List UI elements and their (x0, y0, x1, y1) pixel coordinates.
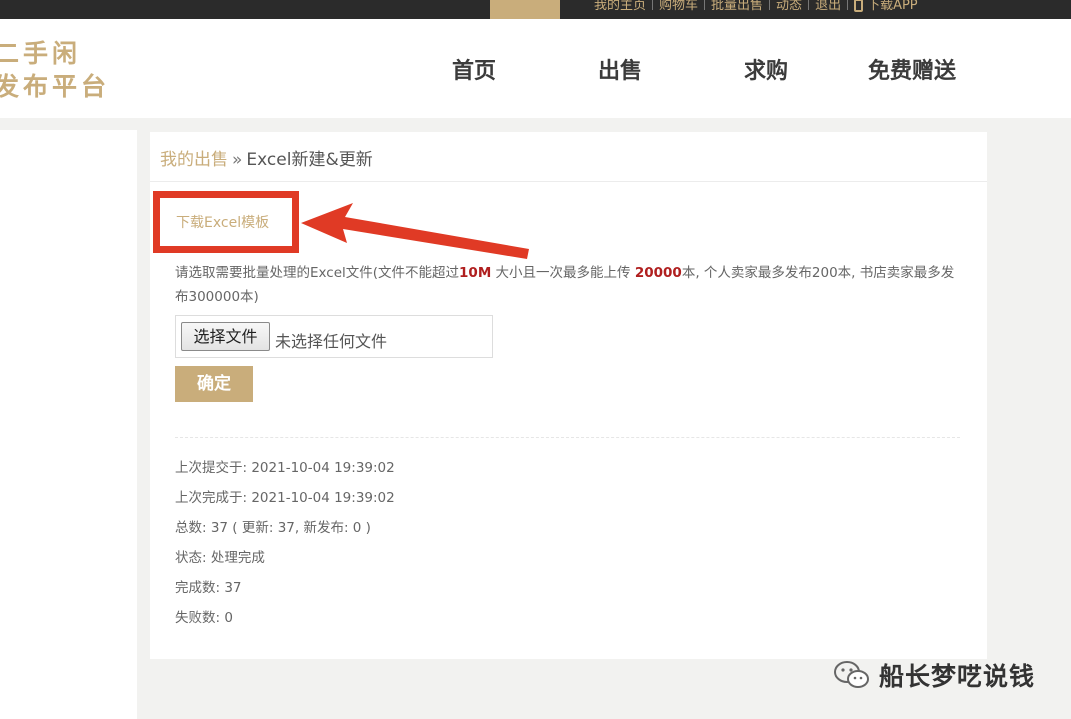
file-input: 选择文件 未选择任何文件 (175, 315, 493, 358)
link-my-home[interactable]: 我的主页 (588, 0, 652, 13)
link-download-app[interactable]: 下载APP (848, 0, 924, 13)
arrow-shape (301, 203, 529, 259)
size-limit: 10M (459, 265, 492, 281)
watermark: 船长梦呓说钱 (833, 655, 1035, 695)
top-links: 我的主页 购物车 批量出售 动态 退出 下载APP (588, 0, 924, 13)
red-arrow-annotation (301, 203, 529, 259)
left-sidebar (0, 130, 137, 719)
choose-file-button[interactable]: 选择文件 (181, 322, 270, 351)
watermark-text: 船长梦呓说钱 (879, 662, 1036, 691)
top-bar-accent (490, 0, 560, 19)
logo-line-1: 二手闲 (0, 39, 82, 68)
header: 二手闲 发布平台 首页 出售 求购 免费赠送 (0, 19, 1071, 118)
logo-line-2: 发布平台 (0, 72, 111, 101)
phone-icon (854, 0, 864, 12)
section-divider (175, 437, 960, 438)
stat-total: 总数: 37 ( 更新: 37, 新发布: 0 ) (175, 520, 371, 536)
link-cart[interactable]: 购物车 (653, 0, 704, 13)
main-nav: 首页 出售 求购 免费赠送 (418, 53, 1018, 87)
top-bar: 我的主页 购物车 批量出售 动态 退出 下载APP (0, 0, 1071, 19)
breadcrumb-my-sales[interactable]: 我的出售 (160, 150, 228, 170)
site-logo[interactable]: 二手闲 发布平台 (0, 37, 110, 103)
instructions-text-2: 大小且一次最多能上传 (491, 265, 635, 281)
wechat-icon (834, 661, 869, 688)
breadcrumb: 我的出售» Excel新建&更新 (160, 145, 373, 170)
download-template-link[interactable]: 下载Excel模板 (176, 212, 269, 232)
breadcrumb-current: Excel新建&更新 (246, 150, 373, 170)
nav-sell[interactable]: 出售 (564, 53, 676, 85)
nav-home[interactable]: 首页 (418, 53, 530, 85)
nav-buy-request[interactable]: 求购 (710, 53, 822, 85)
stat-failed: 失败数: 0 (175, 610, 233, 626)
link-activity[interactable]: 动态 (770, 0, 808, 13)
file-status: 未选择任何文件 (275, 332, 388, 351)
stat-last-submitted: 上次提交于: 2021-10-04 19:39:02 (175, 460, 395, 476)
main-panel: 我的出售» Excel新建&更新 下载Excel模板 请选取需要批量处理的Exce… (150, 132, 987, 659)
breadcrumb-separator: » (232, 150, 243, 170)
nav-free-giveaway[interactable]: 免费赠送 (856, 53, 968, 85)
link-logout[interactable]: 退出 (809, 0, 847, 13)
upload-instructions: 请选取需要批量处理的Excel文件(文件不能超过10M 大小且一次最多能上传 2… (175, 261, 965, 309)
instructions-text-1: 请选取需要批量处理的Excel文件(文件不能超过 (175, 265, 460, 281)
confirm-button[interactable]: 确定 (175, 366, 253, 402)
count-limit: 20000 (634, 265, 682, 281)
download-app-label: 下载APP (867, 0, 918, 13)
stat-status: 状态: 处理完成 (175, 550, 265, 566)
link-bulk-sell[interactable]: 批量出售 (705, 0, 769, 13)
upload-stats: 上次提交于: 2021-10-04 19:39:02 上次完成于: 2021-1… (175, 456, 395, 636)
stat-last-completed: 上次完成于: 2021-10-04 19:39:02 (175, 490, 395, 506)
stat-completed: 完成数: 37 (175, 580, 242, 596)
header-divider (150, 181, 987, 182)
